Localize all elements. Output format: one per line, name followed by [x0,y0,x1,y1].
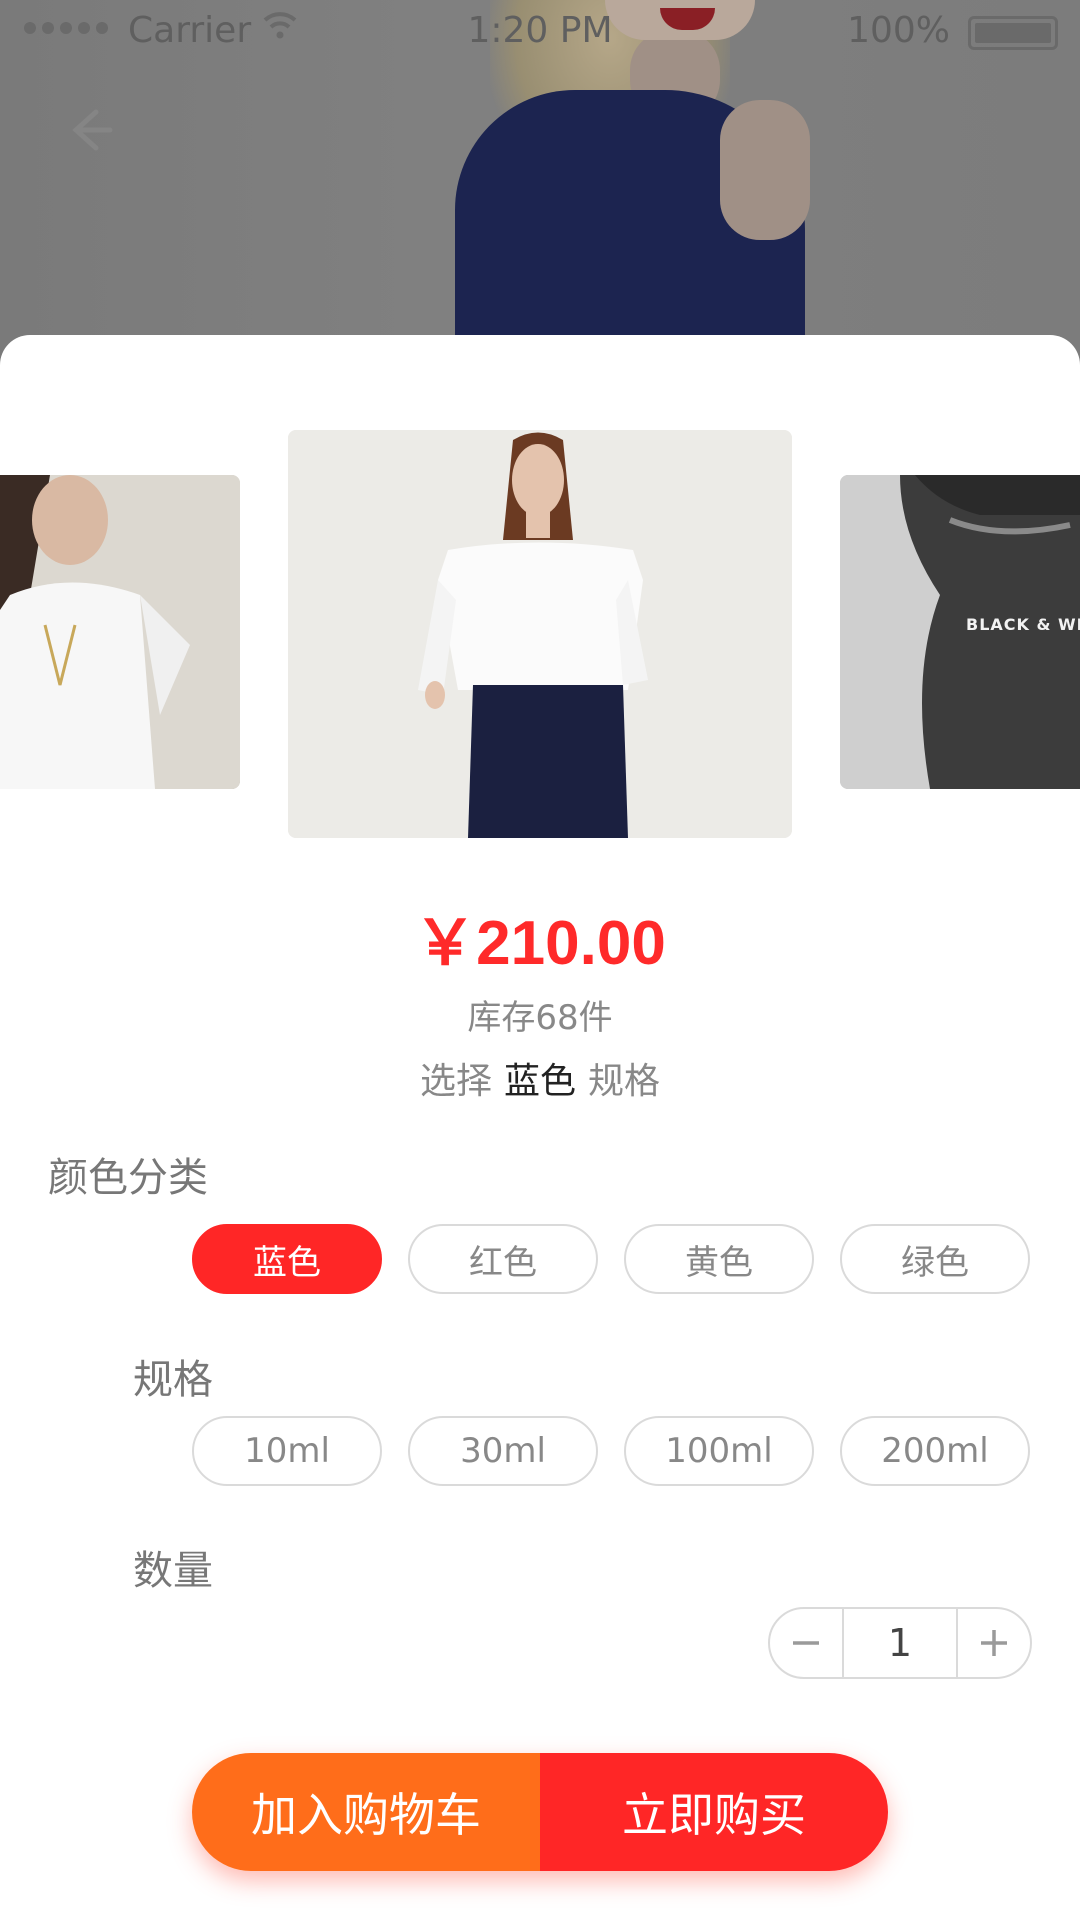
carousel-image-next[interactable]: BLACK & WHIT [840,475,1080,789]
selection-value: 蓝色 [503,1061,576,1102]
photo-hand [720,100,810,240]
add-to-cart-button[interactable]: 加入购物车 [192,1753,540,1871]
minus-icon [793,1641,819,1645]
color-option-yellow[interactable]: 黄色 [624,1224,814,1294]
selection-suffix: 规格 [588,1061,661,1102]
carousel-image-prev[interactable] [0,475,240,789]
back-arrow-icon[interactable] [58,100,118,160]
increment-button[interactable] [958,1609,1030,1677]
decrement-button[interactable] [770,1609,842,1677]
carousel-image-current[interactable] [288,430,792,838]
color-option-red[interactable]: 红色 [408,1224,598,1294]
spec-section-title: 规格 [133,1357,213,1403]
color-option-blue[interactable]: 蓝色 [192,1224,382,1294]
quantity-value[interactable]: 1 [842,1609,958,1677]
plus-icon [981,1630,1007,1656]
status-bar: Carrier 1:20 PM 100% [0,0,1080,60]
quantity-section-title: 数量 [133,1548,213,1594]
spec-option-10ml[interactable]: 10ml [192,1416,382,1486]
product-image-carousel[interactable]: BLACK & WHIT [0,430,1080,840]
spec-option-30ml[interactable]: 30ml [408,1416,598,1486]
selection-prefix: 选择 [419,1061,492,1102]
selection-summary: 选择 蓝色 规格 [0,1052,1080,1104]
spec-option-100ml[interactable]: 100ml [624,1416,814,1486]
color-section-title: 颜色分类 [48,1155,208,1201]
battery-icon [968,16,1058,50]
action-bar: 加入购物车 立即购买 [192,1753,888,1871]
spec-option-200ml[interactable]: 200ml [840,1416,1030,1486]
product-price: ￥210.00 [414,909,666,978]
battery-percentage: 100% [847,10,950,51]
buy-now-button[interactable]: 立即购买 [540,1753,888,1871]
sku-selection-sheet: BLACK & WHIT ￥210.00 库存68件 选择蓝色规格 颜色分类 蓝… [0,335,1080,1920]
carousel-image-caption: BLACK & WHIT [966,615,1080,634]
color-option-green[interactable]: 绿色 [840,1224,1030,1294]
quantity-stepper: 1 [768,1607,1032,1679]
stock-count: 库存68件 [467,998,613,1038]
